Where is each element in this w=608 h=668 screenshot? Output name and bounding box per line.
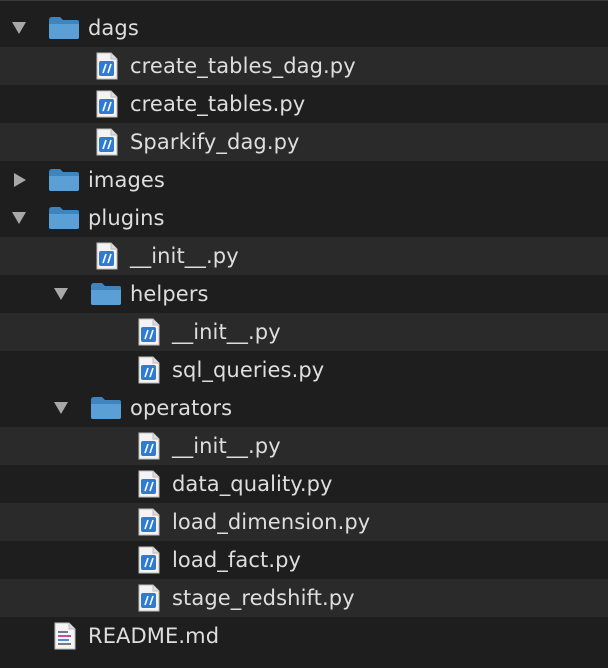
tree-row-operators[interactable]: operators (0, 389, 608, 427)
disclosure-expanded-icon[interactable] (11, 20, 27, 36)
tree-row-file[interactable]: create_tables.py (0, 85, 608, 123)
python-file-icon (138, 318, 160, 346)
tree-row-file[interactable]: README.md (0, 617, 608, 655)
folder-icon (48, 206, 80, 230)
tree-row-label: load_dimension.py (172, 510, 371, 534)
tree-row-label: images (88, 168, 165, 192)
tree-row-label: load_fact.py (172, 548, 302, 572)
tree-row-file[interactable]: sql_queries.py (0, 351, 608, 389)
tree-row-label: README.md (88, 624, 220, 648)
tree-row-file[interactable]: stage_redshift.py (0, 579, 608, 617)
python-file-icon (138, 584, 160, 612)
python-file-icon (138, 470, 160, 498)
tree-row-label: __init__.py (172, 320, 281, 344)
python-file-icon (138, 546, 160, 574)
disclosure-expanded-icon[interactable] (11, 210, 27, 226)
folder-icon (90, 396, 122, 420)
tree-row-file[interactable]: load_dimension.py (0, 503, 608, 541)
tree-row-label: helpers (130, 282, 209, 306)
python-file-icon (96, 242, 118, 270)
disclosure-collapsed-icon[interactable] (12, 172, 28, 188)
disclosure-expanded-icon[interactable] (53, 286, 69, 302)
python-file-icon (96, 52, 118, 80)
python-file-icon (96, 128, 118, 156)
python-file-icon (138, 432, 160, 460)
python-file-icon (96, 90, 118, 118)
tree-row-label: __init__.py (172, 434, 281, 458)
tree-row-label: Sparkify_dag.py (130, 130, 300, 154)
folder-icon (90, 282, 122, 306)
python-file-icon (138, 356, 160, 384)
tree-row-label: sql_queries.py (172, 358, 325, 382)
tree-row-label: dags (88, 16, 139, 40)
tree-row-images[interactable]: images (0, 161, 608, 199)
file-tree: dags create_tables_dag.py create_tables.… (0, 0, 608, 668)
tree-row-helpers[interactable]: helpers (0, 275, 608, 313)
tree-row-label: operators (130, 396, 233, 420)
tree-row-file[interactable]: data_quality.py (0, 465, 608, 503)
tree-row-file[interactable]: __init__.py (0, 313, 608, 351)
tree-row-label: plugins (88, 206, 165, 230)
tree-row-file[interactable]: __init__.py (0, 237, 608, 275)
folder-icon (48, 16, 80, 40)
tree-row-plugins[interactable]: plugins (0, 199, 608, 237)
tree-row-file[interactable]: Sparkify_dag.py (0, 123, 608, 161)
tree-row-label: create_tables_dag.py (130, 54, 356, 78)
tree-row-label: __init__.py (130, 244, 239, 268)
python-file-icon (138, 508, 160, 536)
disclosure-expanded-icon[interactable] (53, 400, 69, 416)
folder-icon (48, 168, 80, 192)
tree-row-label: create_tables.py (130, 92, 306, 116)
tree-row-dags[interactable]: dags (0, 9, 608, 47)
markdown-file-icon (54, 622, 76, 650)
tree-row-file[interactable]: create_tables_dag.py (0, 47, 608, 85)
tree-row-file[interactable]: __init__.py (0, 427, 608, 465)
tree-row-label: data_quality.py (172, 472, 333, 496)
tree-row-file[interactable]: load_fact.py (0, 541, 608, 579)
tree-row-label: stage_redshift.py (172, 586, 355, 610)
